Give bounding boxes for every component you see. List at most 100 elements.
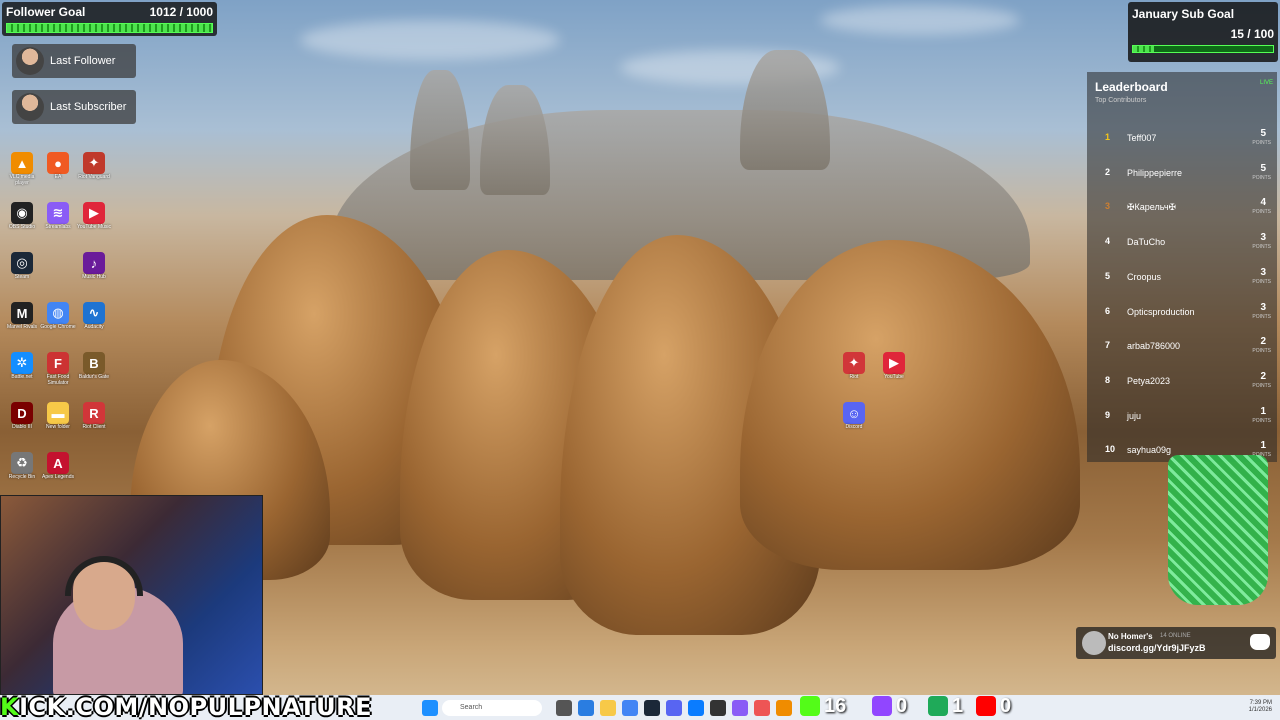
- recycle-icon-glyph: ♻: [11, 452, 33, 474]
- discord-invite-link[interactable]: discord.gg/Ydr9jJFyzB: [1108, 643, 1206, 653]
- app-taskbar-icon[interactable]: [688, 700, 704, 716]
- leaderboard-row: 7 arbab786000 2 POINTS: [1087, 336, 1277, 356]
- last-follower-label: Last Follower: [50, 55, 116, 67]
- fast-food-icon[interactable]: F Fast Food Simulator: [40, 352, 76, 386]
- leaderboard-rank: 4: [1105, 236, 1111, 247]
- desktop-icon-label: Steam: [14, 274, 30, 280]
- points-label: POINTS: [1252, 244, 1271, 251]
- desktop-icon-label: Battle.net: [11, 374, 33, 380]
- app-taskbar-icon[interactable]: [754, 700, 770, 716]
- leaderboard-rank: 7: [1105, 340, 1111, 351]
- desktop-icon-label: Discord: [845, 424, 863, 430]
- last-follower-card: Last Follower: [12, 44, 136, 78]
- start-icon[interactable]: [422, 700, 438, 716]
- youtube-icon-glyph: ▶: [883, 352, 905, 374]
- folder-icon[interactable]: ▬ New folder: [40, 402, 76, 430]
- obs-icon[interactable]: ◉ OBS Studio: [4, 202, 40, 230]
- steam-icon-glyph: ◎: [11, 252, 33, 274]
- origin-icon[interactable]: ● EA: [40, 152, 76, 180]
- baldurs-gate-icon-glyph: B: [83, 352, 105, 374]
- taskview-icon[interactable]: [556, 700, 572, 716]
- leaderboard-rank: 8: [1105, 374, 1111, 385]
- leaderboard-points: 2: [1260, 370, 1266, 382]
- desktop-icon-label: Google Chrome: [40, 324, 76, 330]
- desktop-icon-label: Baldur's Gate: [78, 374, 110, 380]
- leaderboard-rank: 2: [1105, 166, 1111, 177]
- leaderboard-username: Opticsproduction: [1127, 306, 1195, 317]
- discord-taskbar-icon[interactable]: [666, 700, 682, 716]
- desktop-icon-label: Fast Food Simulator: [46, 374, 70, 386]
- app-taskbar-icon[interactable]: [732, 700, 748, 716]
- steam-icon[interactable]: ◎ Steam: [4, 252, 40, 280]
- leaderboard-row: 1 Teff007 5 POINTS: [1087, 128, 1277, 148]
- leaderboard-row: 5 Croopus 3 POINTS: [1087, 267, 1277, 287]
- recycle-icon[interactable]: ♻ Recycle Bin: [4, 452, 40, 480]
- obs-taskbar-icon[interactable]: [710, 700, 726, 716]
- leaderboard-username: Philippepierre: [1127, 167, 1183, 178]
- audacity-icon[interactable]: ∿ Audacity: [76, 302, 112, 330]
- marvel-rivals-icon[interactable]: M Marvel Rivals: [4, 302, 40, 330]
- leaderboard-rank: 1: [1105, 132, 1111, 142]
- twitch-viewers-icon: [872, 696, 892, 716]
- follower-goal-value: 1012 / 1000: [149, 5, 213, 19]
- vlc-icon[interactable]: ▲ VLC media player: [4, 152, 40, 186]
- app-taskbar-icon[interactable]: [776, 700, 792, 716]
- leaderboard-username: juju: [1127, 410, 1142, 421]
- leaderboard-row: 3 ✠Карельч✠ 4 POINTS: [1087, 197, 1277, 217]
- leaderboard-username: Teff007: [1127, 133, 1157, 143]
- desktop-icon-label: Music Hub: [82, 274, 106, 280]
- leaderboard-row: 2 Philippepierre 5 POINTS: [1087, 163, 1277, 183]
- avatar: [1082, 631, 1106, 655]
- youtube-music-icon-glyph: ▶: [83, 202, 105, 224]
- system-clock[interactable]: 7:39 PM 1/1/2026: [1249, 700, 1272, 714]
- leaderboard-row: 9 juju 1 POINTS: [1087, 406, 1277, 426]
- leaderboard-points: 3: [1260, 266, 1266, 278]
- avatar: [16, 47, 44, 75]
- riot-client-icon[interactable]: R Riot Client: [76, 402, 112, 430]
- audacity-icon-glyph: ∿: [83, 302, 105, 324]
- leaderboard: Leaderboard Top Contributors LIVE 1 Teff0…: [1087, 72, 1277, 462]
- youtube-music-icon[interactable]: ▶ YouTube Music: [76, 202, 112, 230]
- baldurs-gate-icon[interactable]: B Baldur's Gate: [76, 352, 112, 380]
- explorer-icon[interactable]: [600, 700, 616, 716]
- leaderboard-points: 4: [1260, 197, 1266, 209]
- youtube-icon[interactable]: ▶ YouTube: [876, 352, 912, 380]
- riot-game-icon[interactable]: ✦ Riot: [836, 352, 872, 380]
- discord-widget: No Homer's 14 ONLINE discord.gg/Ydr9jJFy…: [1076, 627, 1276, 659]
- fast-food-icon-glyph: F: [47, 352, 69, 374]
- sub-goal-bar: [1132, 45, 1274, 53]
- leaderboard-subtitle: Top Contributors: [1095, 97, 1147, 104]
- chrome-icon-glyph: ◍: [47, 302, 69, 324]
- leaderboard-username: DaTuCho: [1127, 237, 1166, 248]
- leaderboard-rank: 6: [1105, 305, 1111, 316]
- battlenet-icon[interactable]: ✲ Battle.net: [4, 352, 40, 380]
- chrome-icon[interactable]: ◍ Google Chrome: [40, 302, 76, 330]
- edge-icon[interactable]: [578, 700, 594, 716]
- leaderboard-points: 3: [1260, 301, 1266, 313]
- apex-icon[interactable]: A Apex Legends: [40, 452, 76, 480]
- riot-icon[interactable]: ✦ Riot Vanguard: [76, 152, 112, 180]
- steam-taskbar-icon[interactable]: [644, 700, 660, 716]
- desktop-icon-label: Riot Client: [82, 424, 106, 430]
- riot-game-icon-glyph: ✦: [843, 352, 865, 374]
- discord-desktop-icon[interactable]: ☺ Discord: [836, 402, 872, 430]
- youtube-viewers-counter: 0: [976, 694, 1011, 718]
- music-hub-icon[interactable]: ♪ Music Hub: [76, 252, 112, 280]
- discord-desktop-icon-glyph: ☺: [843, 402, 865, 424]
- desktop-icon-label: YouTube: [884, 374, 904, 380]
- leaderboard-points: 1: [1260, 440, 1266, 452]
- chrome-taskbar-icon[interactable]: [622, 700, 638, 716]
- webcam-overlay: [0, 495, 263, 695]
- points-label: POINTS: [1252, 417, 1271, 424]
- desktop-icon-label: OBS Studio: [8, 224, 36, 230]
- discord-online-count: 14 ONLINE: [1160, 633, 1191, 639]
- leaderboard-title: Leaderboard: [1095, 80, 1168, 94]
- avatar: [16, 93, 44, 121]
- streamlabs-icon[interactable]: ≋ Streamlabs: [40, 202, 76, 230]
- leaderboard-rank: 10: [1105, 444, 1116, 455]
- search-input[interactable]: Search: [442, 700, 542, 716]
- vlc-icon-glyph: ▲: [11, 152, 33, 174]
- sub-goal-label: January Sub Goal: [1132, 7, 1235, 21]
- diablo-icon[interactable]: D Diablo III: [4, 402, 40, 430]
- desktop-icon-label: Riot: [849, 374, 859, 380]
